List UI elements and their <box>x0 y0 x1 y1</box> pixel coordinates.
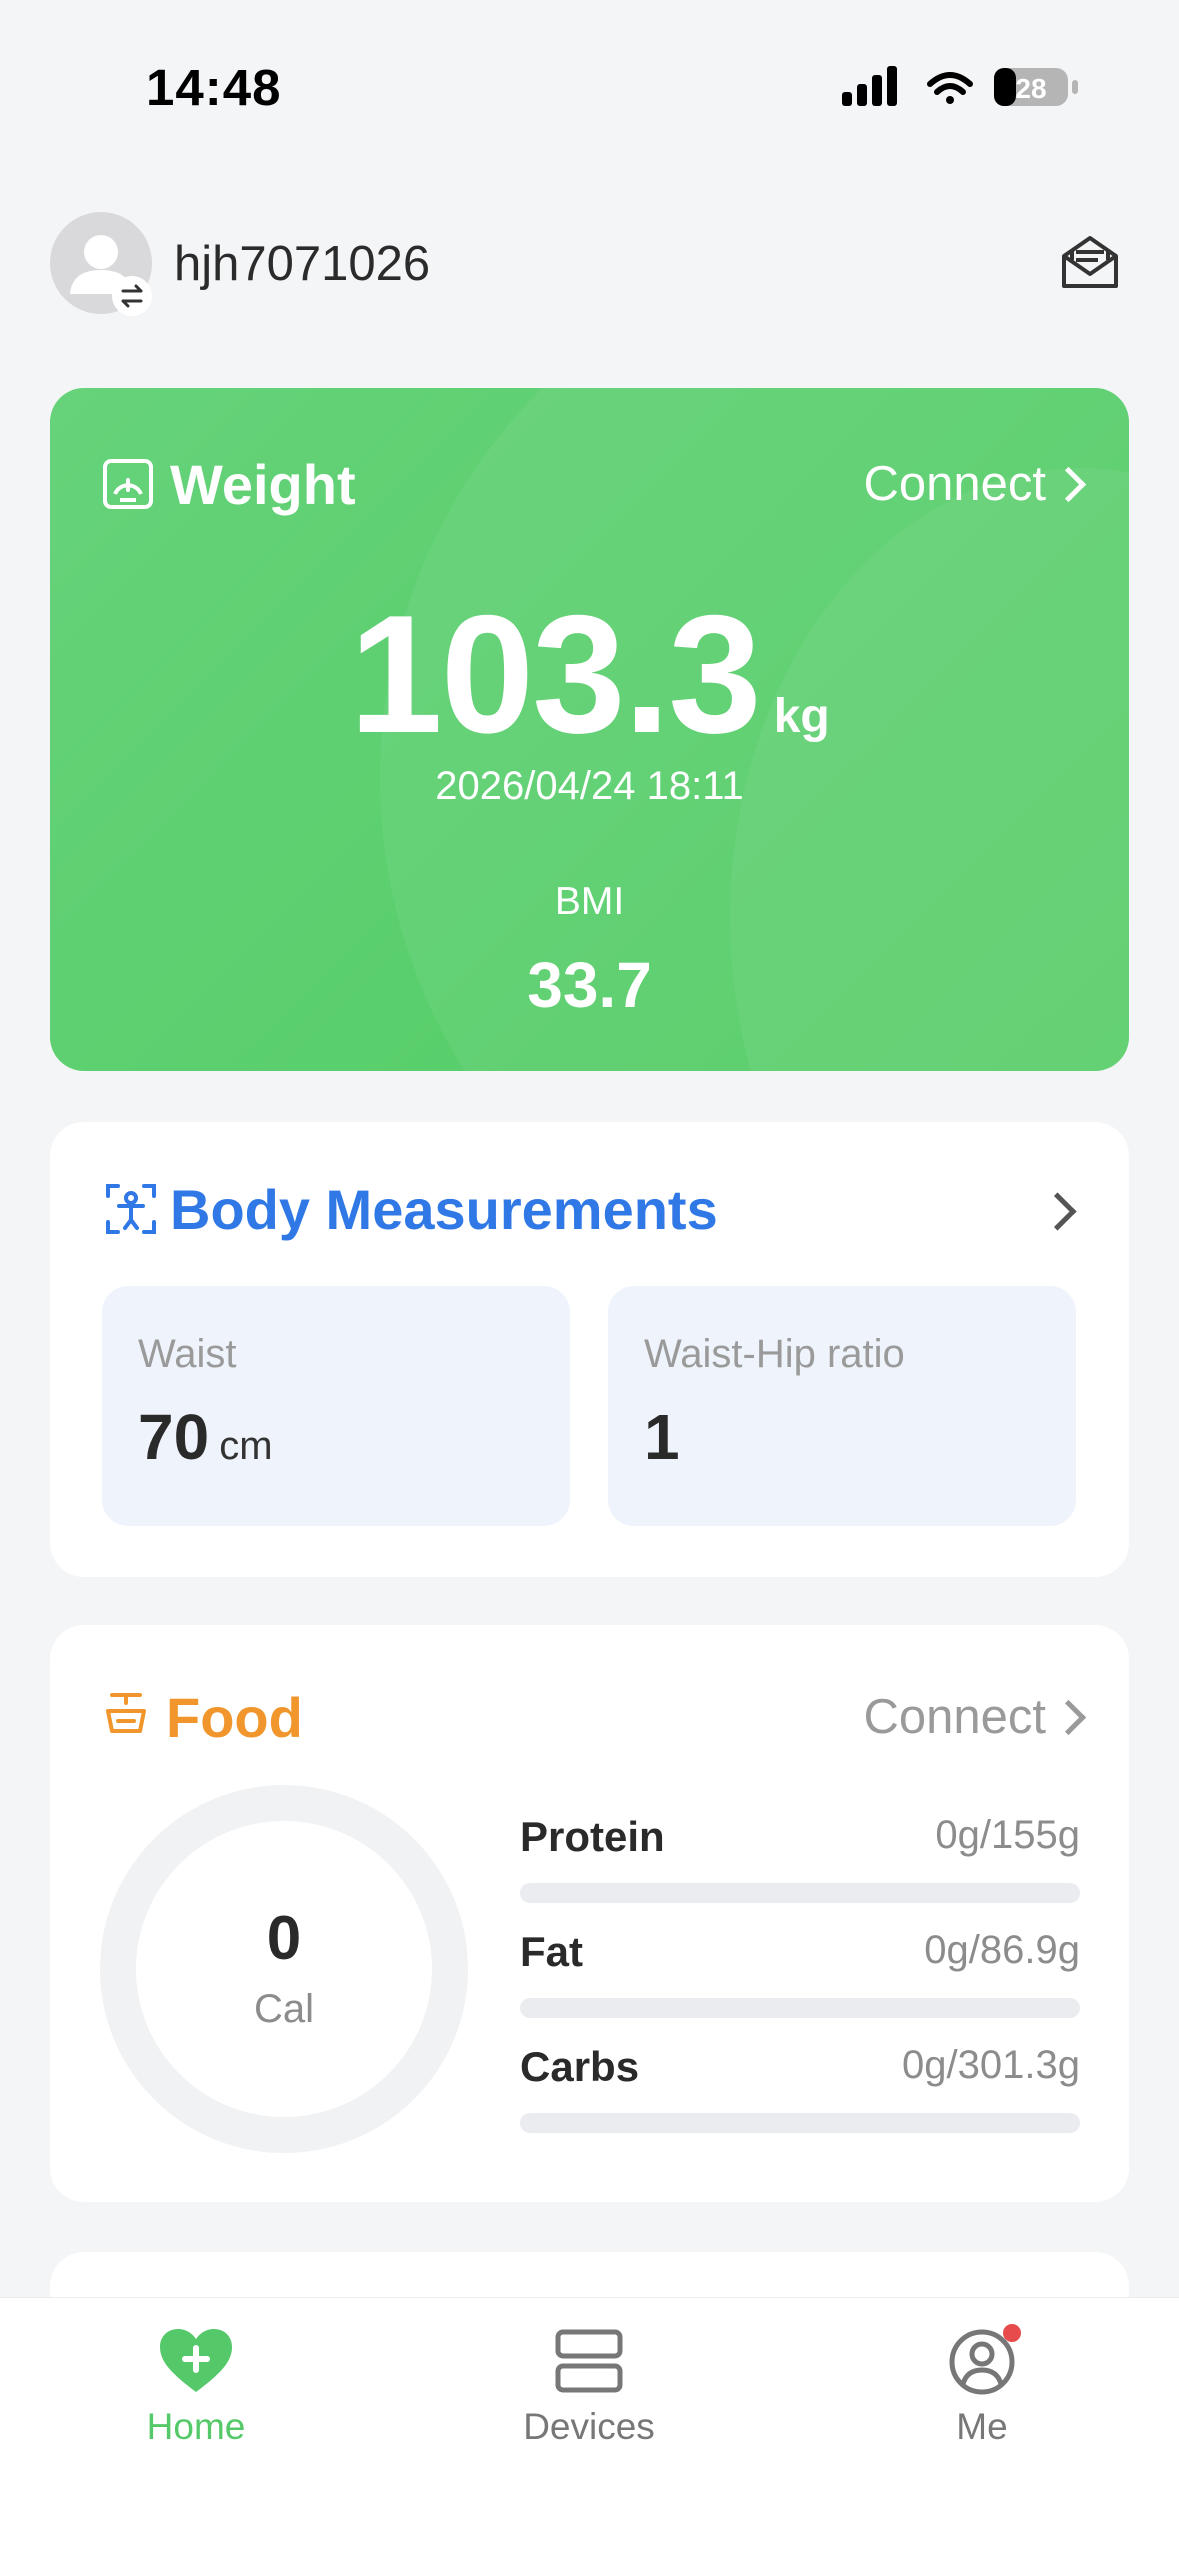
tab-me[interactable]: Me <box>862 2324 1102 2448</box>
waist-unit: cm <box>219 1424 273 1468</box>
weight-unit: kg <box>773 690 830 743</box>
notification-badge <box>1003 2324 1021 2342</box>
waist-hip-ratio-tile[interactable]: Waist-Hip ratio 1 <box>608 1286 1076 1526</box>
nutrient-name: Protein <box>520 1813 665 1860</box>
nutrient-value: 0g/301.3g <box>902 2043 1080 2087</box>
nutrient-name: Fat <box>520 1928 583 1975</box>
food-connect-label: Connect <box>863 1690 1046 1744</box>
weight-card[interactable]: Weight Connect 103.3 kg 2026/04/24 18:11 … <box>50 388 1129 1071</box>
heart-plus-icon <box>160 2329 232 2392</box>
weight-timestamp: 2026/04/24 18:11 <box>435 764 744 808</box>
scale-icon <box>103 459 153 509</box>
nutrient-value: 0g/86.9g <box>924 1928 1080 1972</box>
calorie-value: 0 <box>266 1904 302 1973</box>
calorie-unit: Cal <box>253 1987 315 2031</box>
weight-value: 103.3 <box>349 580 761 768</box>
weight-reading: 103.3 kg <box>50 578 1129 771</box>
battery-level: 28 <box>1015 73 1046 104</box>
food-connect-button[interactable]: Connect <box>863 1689 1087 1745</box>
nutrient-row-carbs: Carbs 0g/301.3g <box>520 2043 1080 2143</box>
nutrient-name: Carbs <box>520 2043 640 2090</box>
wifi-icon <box>927 72 973 104</box>
body-measurements-title: Body Measurements <box>170 1178 718 1241</box>
chevron-right-icon[interactable] <box>1038 1192 1077 1231</box>
waist-tile[interactable]: Waist 70 cm <box>102 1286 570 1526</box>
waist-hip-ratio-label: Waist-Hip ratio <box>644 1332 905 1376</box>
waist-value-row: 70 cm <box>138 1400 273 1474</box>
tab-label: Devices <box>523 2406 655 2447</box>
tab-label: Me <box>956 2406 1008 2447</box>
waist-hip-ratio-value: 1 <box>644 1401 680 1473</box>
body-measure-icon <box>106 1184 156 1234</box>
food-card[interactable]: Food Connect 0 Cal Protein 0g/155g Fat 0… <box>50 1625 1129 2202</box>
nutrient-row-fat: Fat 0g/86.9g <box>520 1928 1080 2028</box>
nutrient-progress-bar <box>520 2113 1080 2133</box>
nutrient-value: 0g/155g <box>935 1813 1080 1857</box>
bmi-label: BMI <box>554 880 625 923</box>
waist-label: Waist <box>138 1332 237 1376</box>
weight-connect-button[interactable]: Connect <box>863 456 1087 512</box>
chevron-right-icon <box>1050 466 1087 502</box>
bmi-value: 33.7 <box>527 949 652 1021</box>
nutrient-progress-bar <box>520 1883 1080 1903</box>
food-title: Food <box>166 1686 303 1749</box>
weight-connect-label: Connect <box>863 457 1046 511</box>
battery-icon: 28 <box>994 68 1078 106</box>
status-time: 14:48 <box>146 59 282 116</box>
food-scale-icon <box>106 1693 146 1733</box>
waist-value: 70 <box>138 1401 210 1473</box>
weight-title: Weight <box>170 453 356 516</box>
status-icons: 28 <box>842 66 1078 106</box>
mail-icon[interactable] <box>1058 230 1122 294</box>
devices-icon <box>555 2329 623 2393</box>
switch-user-icon[interactable] <box>112 276 152 316</box>
cellular-signal-icon <box>842 66 897 106</box>
tab-devices[interactable]: Devices <box>469 2328 709 2448</box>
tab-label: Home <box>146 2406 246 2447</box>
username[interactable]: hjh7071026 <box>174 236 430 292</box>
nutrient-row-protein: Protein 0g/155g <box>520 1813 1080 1913</box>
tab-bar: Home Devices Me <box>0 2297 1179 2557</box>
chevron-right-icon <box>1050 1699 1087 1735</box>
tab-home[interactable]: Home <box>76 2328 316 2448</box>
body-measurements-card[interactable]: Body Measurements Waist 70 cm Waist-Hip r… <box>50 1122 1129 1577</box>
nutrient-progress-bar <box>520 1998 1080 2018</box>
